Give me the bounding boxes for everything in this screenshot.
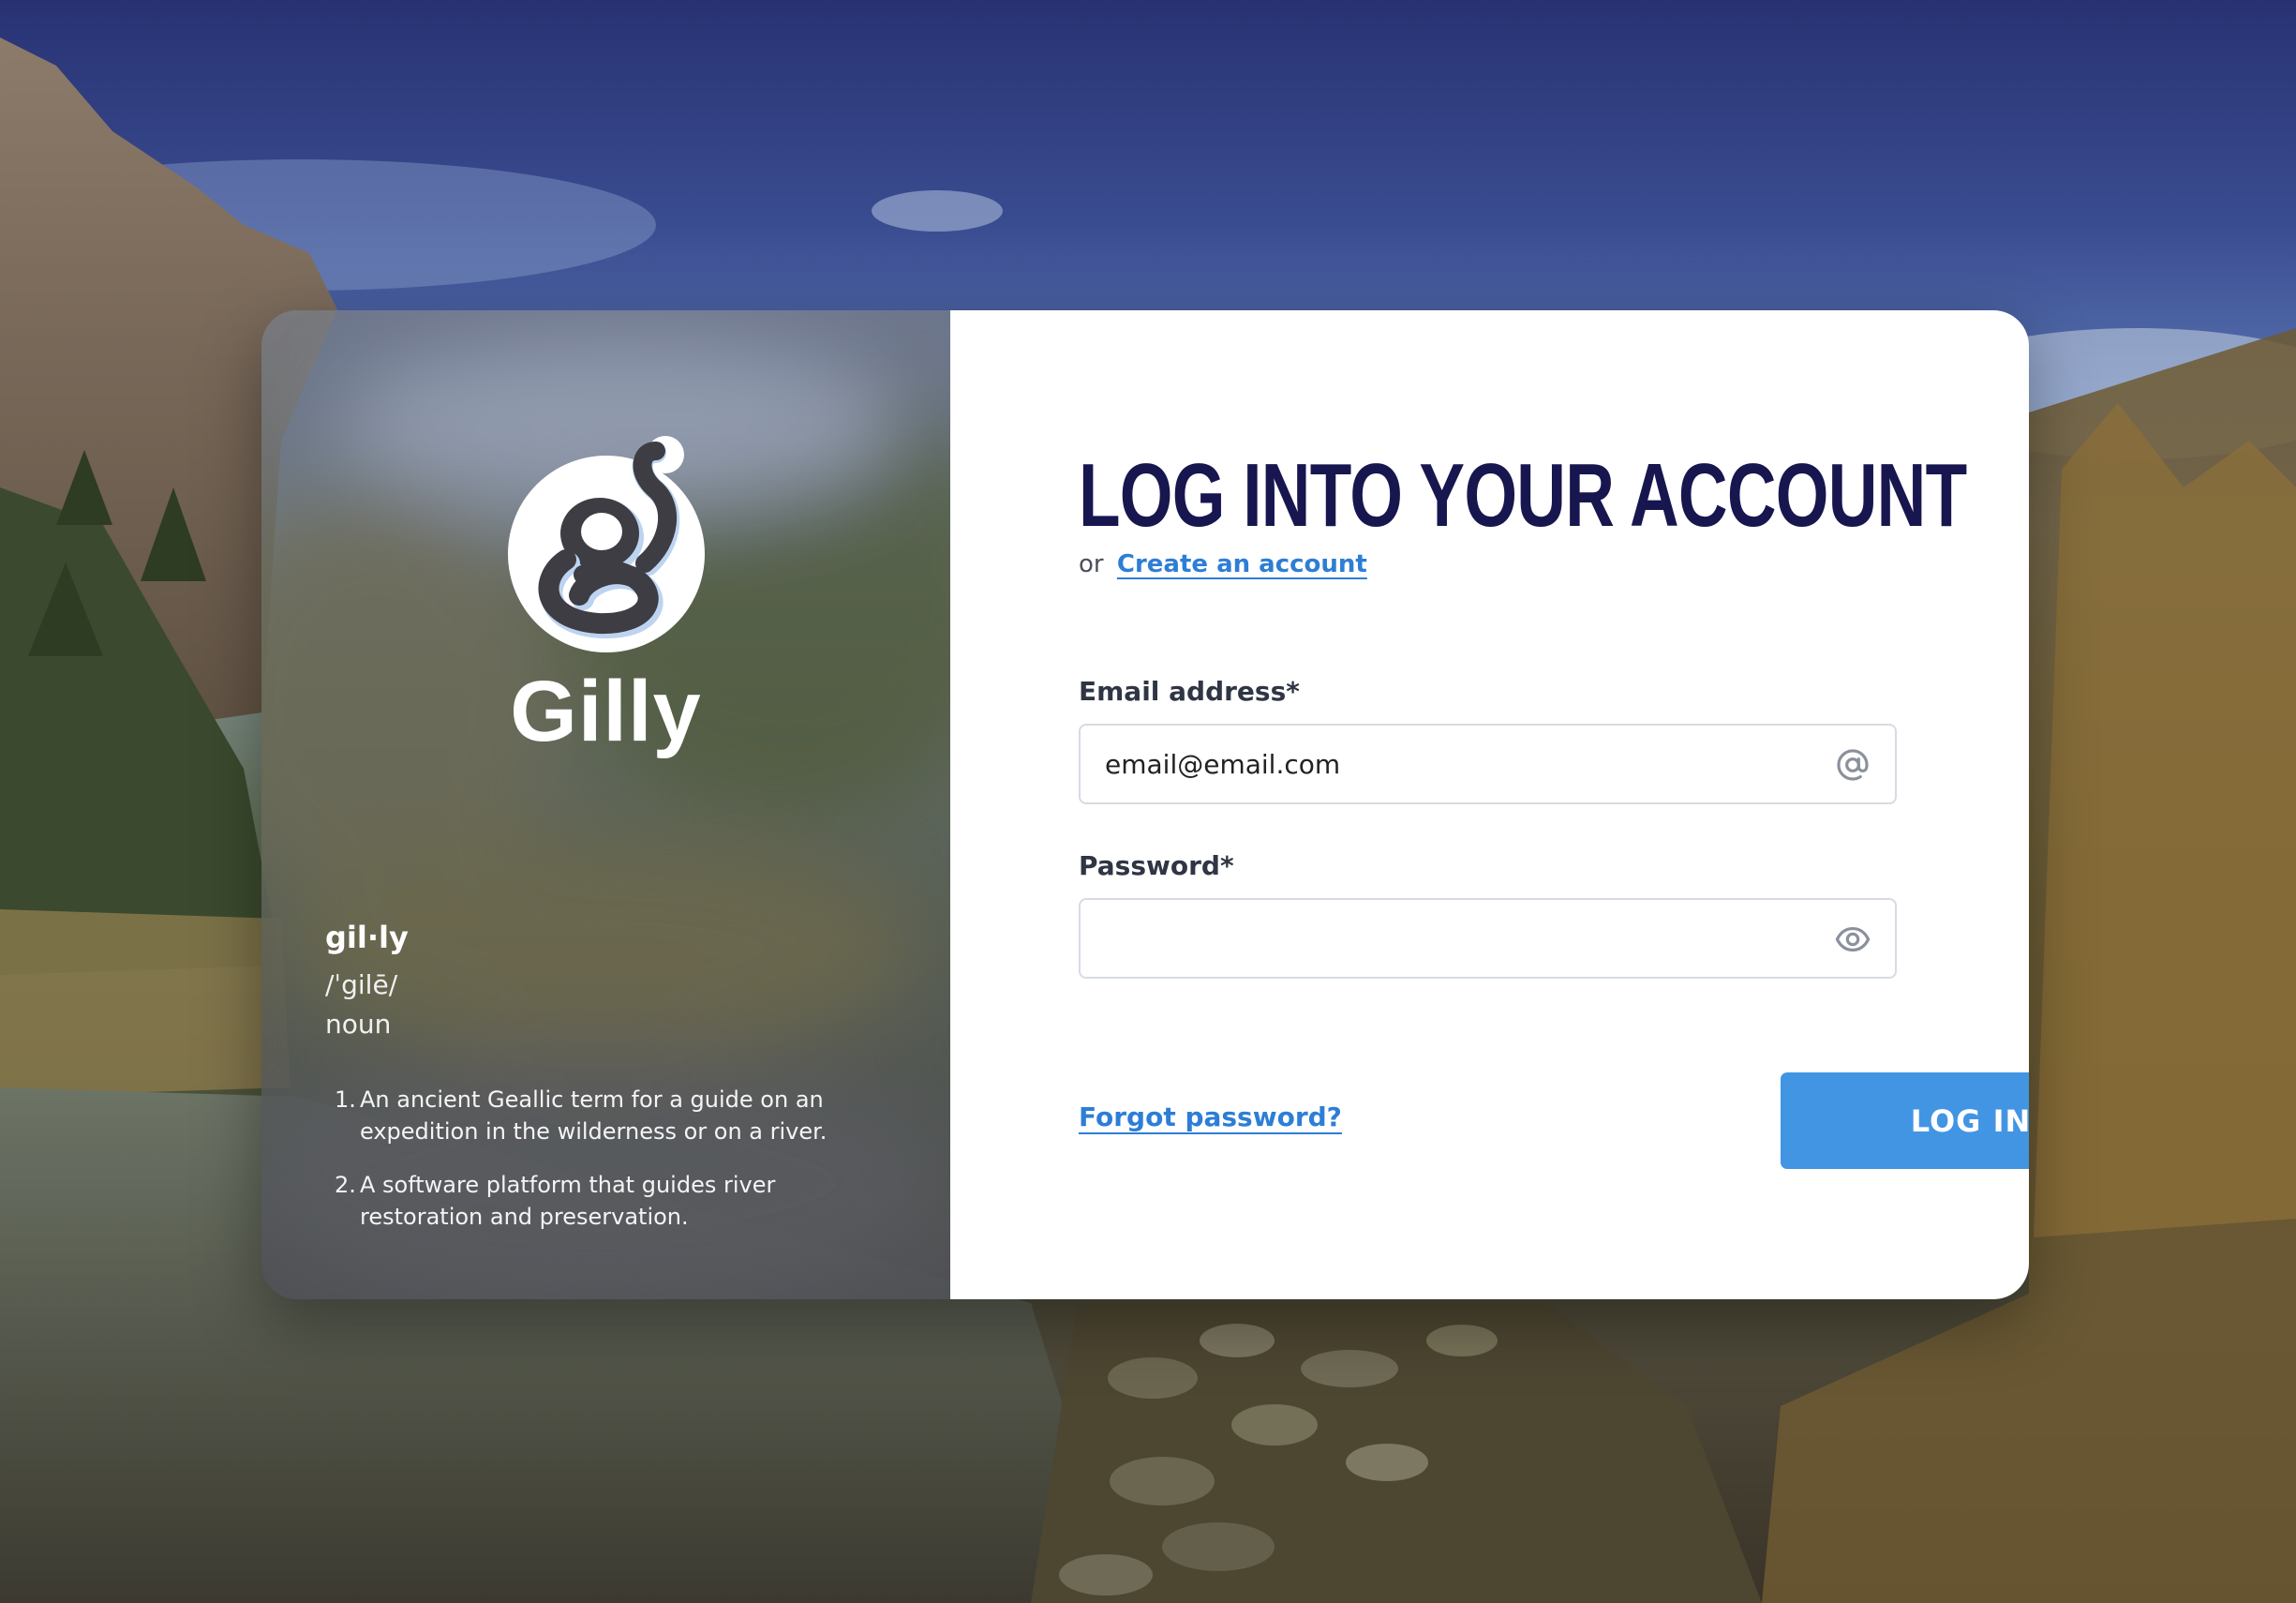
password-field-container: [1079, 898, 1897, 979]
definition-text: An ancient Geallic term for a guide on a…: [360, 1086, 827, 1145]
definition-number: 2.: [335, 1172, 356, 1198]
brand-name: Gilly: [510, 664, 702, 759]
log-in-button[interactable]: LOG IN: [1781, 1072, 2029, 1169]
page-title: LOG INTO YOUR ACCOUNT: [1079, 445, 1967, 546]
definition-list: 1. An ancient Geallic term for a guide o…: [325, 1084, 887, 1254]
definition-word: gil·ly: [325, 920, 409, 955]
create-account-line: or Create an account: [1079, 550, 1367, 578]
create-account-link[interactable]: Create an account: [1117, 550, 1367, 578]
eye-icon[interactable]: [1835, 921, 1871, 957]
definition-text: A software platform that guides river re…: [360, 1172, 776, 1230]
definition-part-of-speech: noun: [325, 1009, 392, 1040]
definition-number: 1.: [335, 1086, 356, 1113]
or-text: or: [1079, 550, 1104, 578]
email-label: Email address*: [1079, 676, 1300, 707]
gilly-logo: [508, 436, 705, 652]
definition-item: 1. An ancient Geallic term for a guide o…: [325, 1084, 887, 1147]
email-field[interactable]: [1081, 726, 1836, 802]
password-field[interactable]: [1081, 900, 1836, 977]
login-form-panel: LOG INTO YOUR ACCOUNT or Create an accou…: [950, 310, 2029, 1299]
login-card: Gilly gil·ly /ˈgilē/ noun 1. An ancient …: [261, 310, 2029, 1299]
brand-panel: Gilly gil·ly /ˈgilē/ noun 1. An ancient …: [261, 310, 950, 1299]
definition-item: 2. A software platform that guides river…: [325, 1169, 887, 1233]
definition-phonetic: /ˈgilē/: [325, 969, 398, 1000]
password-label: Password*: [1079, 850, 1234, 881]
forgot-password-link[interactable]: Forgot password?: [1079, 1101, 1342, 1132]
at-icon: [1837, 749, 1869, 781]
email-field-container: [1079, 724, 1897, 804]
